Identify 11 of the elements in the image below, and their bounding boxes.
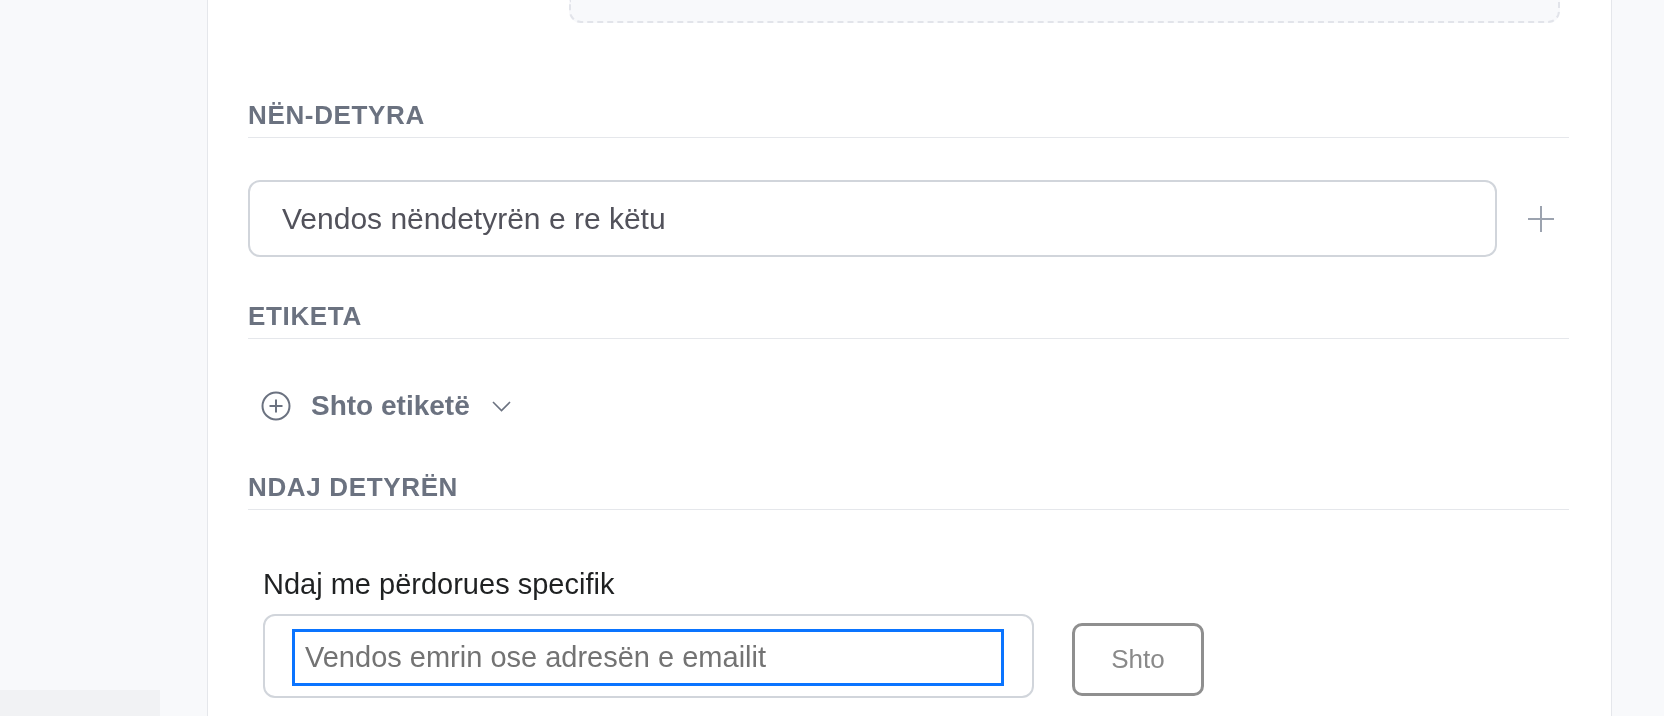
caret-icon: [491, 400, 511, 412]
plus-icon: [1527, 204, 1555, 233]
add-subtask-button[interactable]: [1527, 204, 1555, 233]
section-heading: NDAJ DETYRËN: [248, 471, 459, 503]
add-tag-button[interactable]: Shto etiketë: [261, 386, 511, 426]
share-label: Ndaj me përdorues specifik: [263, 567, 615, 602]
email-input[interactable]: Vendos emrin ose adresën e emailit: [292, 629, 1004, 686]
section-heading: ETIKETA: [248, 300, 362, 332]
subtask-input[interactable]: Vendos nëndetyrën e re këtu: [248, 180, 1497, 257]
circle-plus-icon: [261, 391, 291, 421]
section-heading: NËN-DETYRA: [248, 99, 425, 131]
